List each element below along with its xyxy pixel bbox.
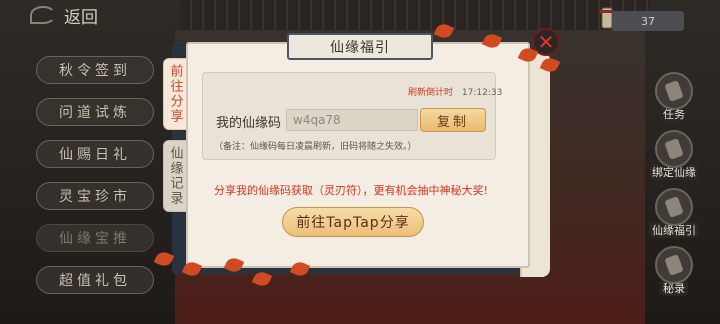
- background-roof: [180, 0, 650, 30]
- menu-item-trial[interactable]: 问道试炼: [36, 98, 154, 126]
- menu-item-fate-promote[interactable]: 仙缘宝推: [36, 224, 154, 252]
- bind-icon: [655, 130, 693, 168]
- share-button-label: 前往TapTap分享: [296, 215, 410, 231]
- code-remark: （备注：仙缘码每日凌晨刷新，旧码将随之失效。）: [214, 142, 417, 152]
- code-label: 我的仙缘码: [216, 116, 282, 131]
- tab-record[interactable]: 仙缘记录: [163, 140, 187, 212]
- back-button[interactable]: 返回: [30, 2, 148, 28]
- menu-item-label: 问道试炼: [59, 105, 131, 121]
- menu-item-label: 仙缘宝推: [59, 231, 131, 247]
- currency-value: 37: [641, 14, 655, 28]
- currency-counter: 37: [612, 11, 684, 31]
- right-icon-column: 任务 绑定仙缘 仙缘福引 秘录: [648, 72, 700, 304]
- tab-share-label: 前往分享: [167, 64, 183, 124]
- back-swirl-icon: [30, 6, 56, 24]
- secret-record-button[interactable]: 秘录: [648, 246, 700, 304]
- refresh-countdown: 刷新倒计时 17:12:33: [408, 85, 502, 98]
- bind-fate-button[interactable]: 绑定仙缘: [648, 130, 700, 188]
- task-button[interactable]: 任务: [648, 72, 700, 130]
- copy-label: 复制: [436, 114, 469, 130]
- fate-code-field[interactable]: w4qa78: [286, 109, 418, 131]
- dialog-title-text: 仙缘福引: [330, 39, 390, 56]
- fortune-icon: [655, 188, 693, 226]
- share-hint: 分享我的仙缘码获取（灵刃符），更有机会抽中神秘大奖!: [214, 184, 488, 197]
- menu-item-label: 仙赐日礼: [59, 147, 131, 163]
- menu-item-label: 超值礼包: [59, 273, 131, 289]
- tab-record-label: 仙缘记录: [167, 146, 183, 206]
- left-menu: 秋令签到 问道试炼 仙赐日礼 灵宝珍市 仙缘宝推 超值礼包: [36, 56, 154, 308]
- dialog-side-tabs: 前往分享 仙缘记录: [163, 58, 187, 222]
- menu-item-treasure-market[interactable]: 灵宝珍市: [36, 182, 154, 210]
- menu-item-checkin[interactable]: 秋令签到: [36, 56, 154, 84]
- close-icon: ✕: [537, 30, 555, 54]
- back-label: 返回: [64, 7, 98, 28]
- refresh-label: 刷新倒计时: [408, 88, 454, 98]
- menu-item-value-pack[interactable]: 超值礼包: [36, 266, 154, 294]
- tab-share[interactable]: 前往分享: [163, 58, 187, 130]
- menu-item-label: 秋令签到: [59, 63, 131, 79]
- copy-button[interactable]: 复制: [420, 108, 486, 132]
- scroll-icon: [655, 72, 693, 110]
- share-taptap-button[interactable]: 前往TapTap分享: [282, 207, 424, 237]
- book-icon: [655, 246, 693, 284]
- refresh-time: 17:12:33: [461, 88, 503, 98]
- fate-fortune-button[interactable]: 仙缘福引: [648, 188, 700, 246]
- menu-item-label: 灵宝珍市: [59, 189, 131, 205]
- menu-item-daily-gift[interactable]: 仙赐日礼: [36, 140, 154, 168]
- dialog-title: 仙缘福引: [287, 33, 433, 60]
